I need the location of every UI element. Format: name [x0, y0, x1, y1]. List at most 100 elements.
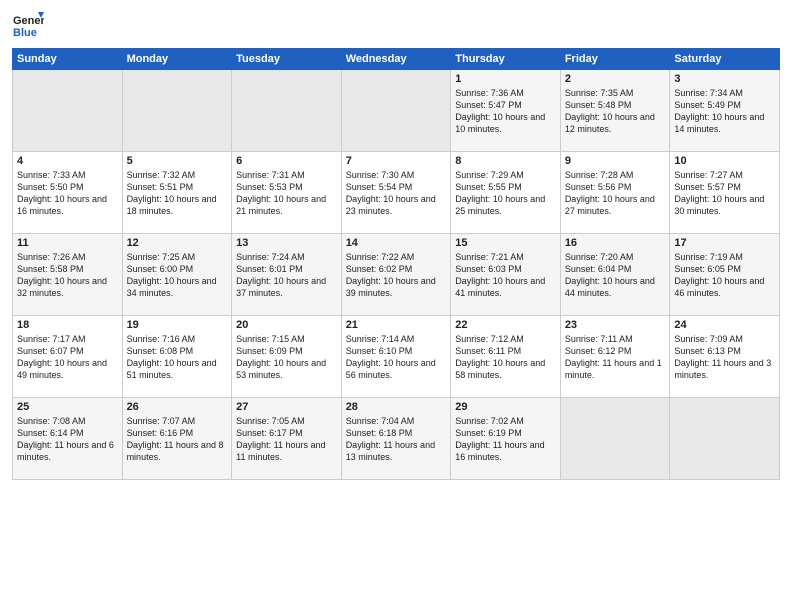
calendar-cell: 27 Sunrise: 7:05 AMSunset: 6:17 PMDayligh…	[232, 398, 342, 480]
calendar-cell	[232, 70, 342, 152]
day-number: 6	[236, 155, 337, 167]
day-number: 20	[236, 319, 337, 331]
calendar-cell: 1 Sunrise: 7:36 AMSunset: 5:47 PMDaylight…	[451, 70, 561, 152]
calendar-cell: 5 Sunrise: 7:32 AMSunset: 5:51 PMDaylight…	[122, 152, 232, 234]
cell-info: Sunrise: 7:24 AMSunset: 6:01 PMDaylight:…	[236, 251, 337, 300]
calendar-cell: 19 Sunrise: 7:16 AMSunset: 6:08 PMDayligh…	[122, 316, 232, 398]
day-number: 27	[236, 401, 337, 413]
day-number: 10	[674, 155, 775, 167]
day-number: 12	[127, 237, 228, 249]
calendar-cell: 13 Sunrise: 7:24 AMSunset: 6:01 PMDayligh…	[232, 234, 342, 316]
cell-info: Sunrise: 7:19 AMSunset: 6:05 PMDaylight:…	[674, 251, 775, 300]
calendar-cell: 12 Sunrise: 7:25 AMSunset: 6:00 PMDayligh…	[122, 234, 232, 316]
day-number: 1	[455, 73, 556, 85]
calendar-cell: 24 Sunrise: 7:09 AMSunset: 6:13 PMDayligh…	[670, 316, 780, 398]
day-number: 3	[674, 73, 775, 85]
cell-info: Sunrise: 7:02 AMSunset: 6:19 PMDaylight:…	[455, 415, 556, 464]
calendar-cell: 26 Sunrise: 7:07 AMSunset: 6:16 PMDayligh…	[122, 398, 232, 480]
cell-info: Sunrise: 7:21 AMSunset: 6:03 PMDaylight:…	[455, 251, 556, 300]
calendar-cell: 9Sunrise: 7:28 AMSunset: 5:56 PMDaylight…	[560, 152, 670, 234]
day-number: 4	[17, 155, 118, 167]
calendar-cell: 23 Sunrise: 7:11 AMSunset: 6:12 PMDayligh…	[560, 316, 670, 398]
svg-text:Blue: Blue	[13, 27, 37, 39]
cell-info: Sunrise: 7:33 AMSunset: 5:50 PMDaylight:…	[17, 169, 118, 218]
weekday-header: Sunday	[13, 49, 123, 70]
header-row: SundayMondayTuesdayWednesdayThursdayFrid…	[13, 49, 780, 70]
calendar-cell	[560, 398, 670, 480]
calendar-table: SundayMondayTuesdayWednesdayThursdayFrid…	[12, 48, 780, 480]
calendar-cell: 20Sunrise: 7:15 AMSunset: 6:09 PMDayligh…	[232, 316, 342, 398]
calendar-cell: 2Sunrise: 7:35 AMSunset: 5:48 PMDaylight…	[560, 70, 670, 152]
cell-info: Sunrise: 7:04 AMSunset: 6:18 PMDaylight:…	[346, 415, 447, 464]
logo-wrapper: General Blue	[12, 10, 44, 42]
day-number: 16	[565, 237, 666, 249]
calendar-header: SundayMondayTuesdayWednesdayThursdayFrid…	[13, 49, 780, 70]
main-container: General Blue SundayMondayTuesdayWednesda…	[0, 0, 792, 490]
calendar-cell: 18Sunrise: 7:17 AMSunset: 6:07 PMDayligh…	[13, 316, 123, 398]
calendar-cell: 22 Sunrise: 7:12 AMSunset: 6:11 PMDayligh…	[451, 316, 561, 398]
day-number: 26	[127, 401, 228, 413]
day-number: 13	[236, 237, 337, 249]
day-number: 19	[127, 319, 228, 331]
calendar-week-row: 11Sunrise: 7:26 AMSunset: 5:58 PMDayligh…	[13, 234, 780, 316]
calendar-cell: 6 Sunrise: 7:31 AMSunset: 5:53 PMDaylight…	[232, 152, 342, 234]
calendar-cell: 28 Sunrise: 7:04 AMSunset: 6:18 PMDayligh…	[341, 398, 451, 480]
cell-info: Sunrise: 7:31 AMSunset: 5:53 PMDaylight:…	[236, 169, 337, 218]
day-number: 14	[346, 237, 447, 249]
cell-info: Sunrise: 7:22 AMSunset: 6:02 PMDaylight:…	[346, 251, 447, 300]
day-number: 23	[565, 319, 666, 331]
calendar-cell: 25 Sunrise: 7:08 AMSunset: 6:14 PMDayligh…	[13, 398, 123, 480]
svg-text:General: General	[13, 15, 44, 27]
cell-info: Sunrise: 7:25 AMSunset: 6:00 PMDaylight:…	[127, 251, 228, 300]
calendar-cell	[122, 70, 232, 152]
calendar-cell	[670, 398, 780, 480]
calendar-cell: 16 Sunrise: 7:20 AMSunset: 6:04 PMDayligh…	[560, 234, 670, 316]
day-number: 15	[455, 237, 556, 249]
weekday-header: Monday	[122, 49, 232, 70]
logo: General Blue	[12, 10, 44, 42]
cell-info: Sunrise: 7:20 AMSunset: 6:04 PMDaylight:…	[565, 251, 666, 300]
cell-info: Sunrise: 7:26 AMSunset: 5:58 PMDaylight:…	[17, 251, 118, 300]
day-number: 25	[17, 401, 118, 413]
weekday-header: Saturday	[670, 49, 780, 70]
cell-info: Sunrise: 7:11 AMSunset: 6:12 PMDaylight:…	[565, 333, 666, 382]
cell-info: Sunrise: 7:27 AMSunset: 5:57 PMDaylight:…	[674, 169, 775, 218]
cell-info: Sunrise: 7:34 AMSunset: 5:49 PMDaylight:…	[674, 87, 775, 136]
cell-info: Sunrise: 7:14 AMSunset: 6:10 PMDaylight:…	[346, 333, 447, 382]
calendar-cell: 3 Sunrise: 7:34 AMSunset: 5:49 PMDaylight…	[670, 70, 780, 152]
cell-info: Sunrise: 7:05 AMSunset: 6:17 PMDaylight:…	[236, 415, 337, 464]
header-area: General Blue	[12, 10, 780, 42]
calendar-cell: 11Sunrise: 7:26 AMSunset: 5:58 PMDayligh…	[13, 234, 123, 316]
cell-info: Sunrise: 7:29 AMSunset: 5:55 PMDaylight:…	[455, 169, 556, 218]
weekday-header: Friday	[560, 49, 670, 70]
day-number: 9	[565, 155, 666, 167]
calendar-cell	[13, 70, 123, 152]
calendar-week-row: 1 Sunrise: 7:36 AMSunset: 5:47 PMDaylight…	[13, 70, 780, 152]
cell-info: Sunrise: 7:09 AMSunset: 6:13 PMDaylight:…	[674, 333, 775, 382]
logo-svg: General Blue	[12, 10, 44, 42]
calendar-cell: 10 Sunrise: 7:27 AMSunset: 5:57 PMDayligh…	[670, 152, 780, 234]
calendar-cell: 29 Sunrise: 7:02 AMSunset: 6:19 PMDayligh…	[451, 398, 561, 480]
day-number: 21	[346, 319, 447, 331]
cell-info: Sunrise: 7:35 AMSunset: 5:48 PMDaylight:…	[565, 87, 666, 136]
calendar-cell: 7Sunrise: 7:30 AMSunset: 5:54 PMDaylight…	[341, 152, 451, 234]
weekday-header: Thursday	[451, 49, 561, 70]
cell-info: Sunrise: 7:08 AMSunset: 6:14 PMDaylight:…	[17, 415, 118, 464]
calendar-cell: 15 Sunrise: 7:21 AMSunset: 6:03 PMDayligh…	[451, 234, 561, 316]
cell-info: Sunrise: 7:16 AMSunset: 6:08 PMDaylight:…	[127, 333, 228, 382]
cell-info: Sunrise: 7:36 AMSunset: 5:47 PMDaylight:…	[455, 87, 556, 136]
cell-info: Sunrise: 7:07 AMSunset: 6:16 PMDaylight:…	[127, 415, 228, 464]
calendar-week-row: 25 Sunrise: 7:08 AMSunset: 6:14 PMDayligh…	[13, 398, 780, 480]
weekday-header: Tuesday	[232, 49, 342, 70]
day-number: 17	[674, 237, 775, 249]
day-number: 28	[346, 401, 447, 413]
day-number: 5	[127, 155, 228, 167]
cell-info: Sunrise: 7:12 AMSunset: 6:11 PMDaylight:…	[455, 333, 556, 382]
day-number: 22	[455, 319, 556, 331]
day-number: 29	[455, 401, 556, 413]
day-number: 24	[674, 319, 775, 331]
cell-info: Sunrise: 7:32 AMSunset: 5:51 PMDaylight:…	[127, 169, 228, 218]
calendar-week-row: 18Sunrise: 7:17 AMSunset: 6:07 PMDayligh…	[13, 316, 780, 398]
calendar-cell	[341, 70, 451, 152]
day-number: 18	[17, 319, 118, 331]
